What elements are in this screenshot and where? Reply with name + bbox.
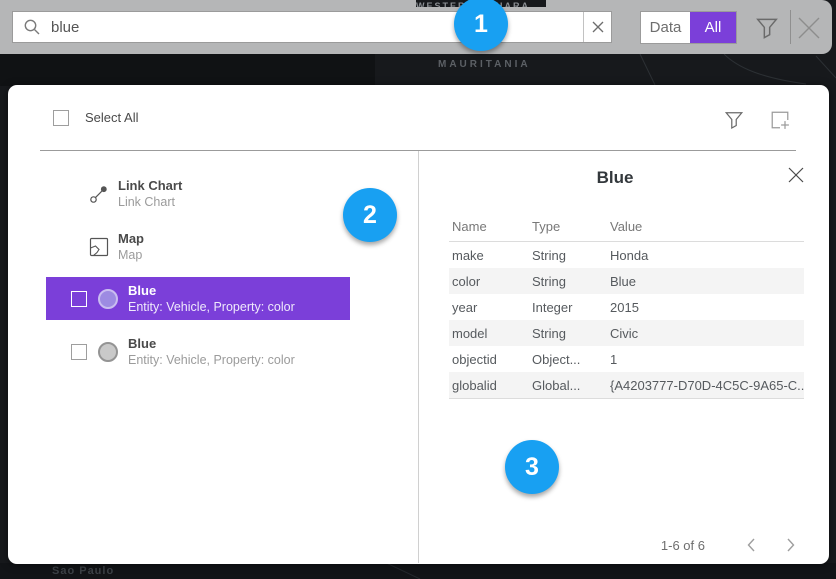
result-checkbox[interactable] [71,344,87,360]
filter-icon[interactable] [755,16,779,40]
table-body: make String Honda color String Blue year… [449,242,804,399]
cell-name: objectid [449,352,529,367]
results-filter-icon[interactable] [724,110,744,130]
attribute-table: Name Type Value make String Honda color … [449,212,804,399]
map-label-mauritania: MAURITANIA [438,59,598,70]
cell-name: make [449,248,529,263]
cell-value: {A4203777-D70D-4C5C-9A65-C... [607,378,804,393]
result-title: Blue [128,283,295,299]
cell-type: Integer [529,300,607,315]
search-icon [13,18,51,36]
next-page-icon[interactable] [781,536,799,554]
search-results-panel: Select All Link Chart Link Chart Map [8,85,829,564]
result-title: Blue [128,336,295,352]
search-box[interactable] [12,11,612,43]
callout-badge-2: 2 [343,188,397,242]
previous-page-icon[interactable] [743,536,761,554]
col-value: Value [607,219,804,234]
cell-value: Civic [607,326,804,341]
entity-circle-icon [98,342,118,362]
result-item-blue[interactable]: Blue Entity: Vehicle, Property: color [46,330,350,373]
cell-name: model [449,326,529,341]
link-chart-icon [89,184,109,204]
cell-value: Blue [607,274,804,289]
result-item-blue-selected[interactable]: Blue Entity: Vehicle, Property: color [46,277,350,320]
result-checkbox[interactable] [71,291,87,307]
map-icon [89,237,109,257]
toolbar-divider [790,10,791,44]
table-row: make String Honda [449,242,804,268]
cell-type: Object... [529,352,607,367]
cell-value: 2015 [607,300,804,315]
cell-name: color [449,274,529,289]
table-row: year Integer 2015 [449,294,804,320]
result-subtitle: Link Chart [118,194,182,210]
search-scope-toggle: Data All [640,11,737,44]
table-row: objectid Object... 1 [449,346,804,372]
select-all-checkbox[interactable] [53,110,69,126]
table-header: Name Type Value [449,212,804,242]
scope-data-button[interactable]: Data [641,12,690,43]
cell-value: 1 [607,352,804,367]
cell-name: year [449,300,529,315]
col-name: Name [449,219,529,234]
add-to-selection-icon[interactable] [770,110,790,130]
result-subtitle: Entity: Vehicle, Property: color [128,299,295,315]
detail-pane: Blue Name Type Value make String Honda [419,150,829,563]
result-subtitle: Entity: Vehicle, Property: color [128,352,295,368]
cell-type: String [529,274,607,289]
pagination-label: 1-6 of 6 [661,538,705,553]
cell-value: Honda [607,248,804,263]
app-window: MAURITANIA Sao Paulo Data All WESTERN SA… [0,0,836,579]
cell-type: Global... [529,378,607,393]
result-subtitle: Map [118,247,144,263]
detail-close-icon[interactable] [787,166,809,188]
entity-circle-icon [98,289,118,309]
table-row: model String Civic [449,320,804,346]
clear-search-button[interactable] [583,12,611,42]
map-label-city: Sao Paulo [52,565,114,577]
select-all-label: Select All [85,110,138,126]
callout-badge-3: 3 [505,440,559,494]
detail-title: Blue [419,168,811,188]
cell-type: String [529,326,607,341]
scope-all-button[interactable]: All [690,12,736,43]
result-item-map[interactable]: Map Map [46,224,354,270]
close-icon[interactable] [796,15,822,41]
result-title: Link Chart [118,178,182,194]
col-type: Type [529,219,607,234]
cell-type: String [529,248,607,263]
search-toolbar: Data All [0,0,832,54]
result-title: Map [118,231,144,247]
result-item-link-chart[interactable]: Link Chart Link Chart [46,171,354,217]
table-row: color String Blue [449,268,804,294]
cell-name: globalid [449,378,529,393]
table-row: globalid Global... {A4203777-D70D-4C5C-9… [449,372,804,398]
